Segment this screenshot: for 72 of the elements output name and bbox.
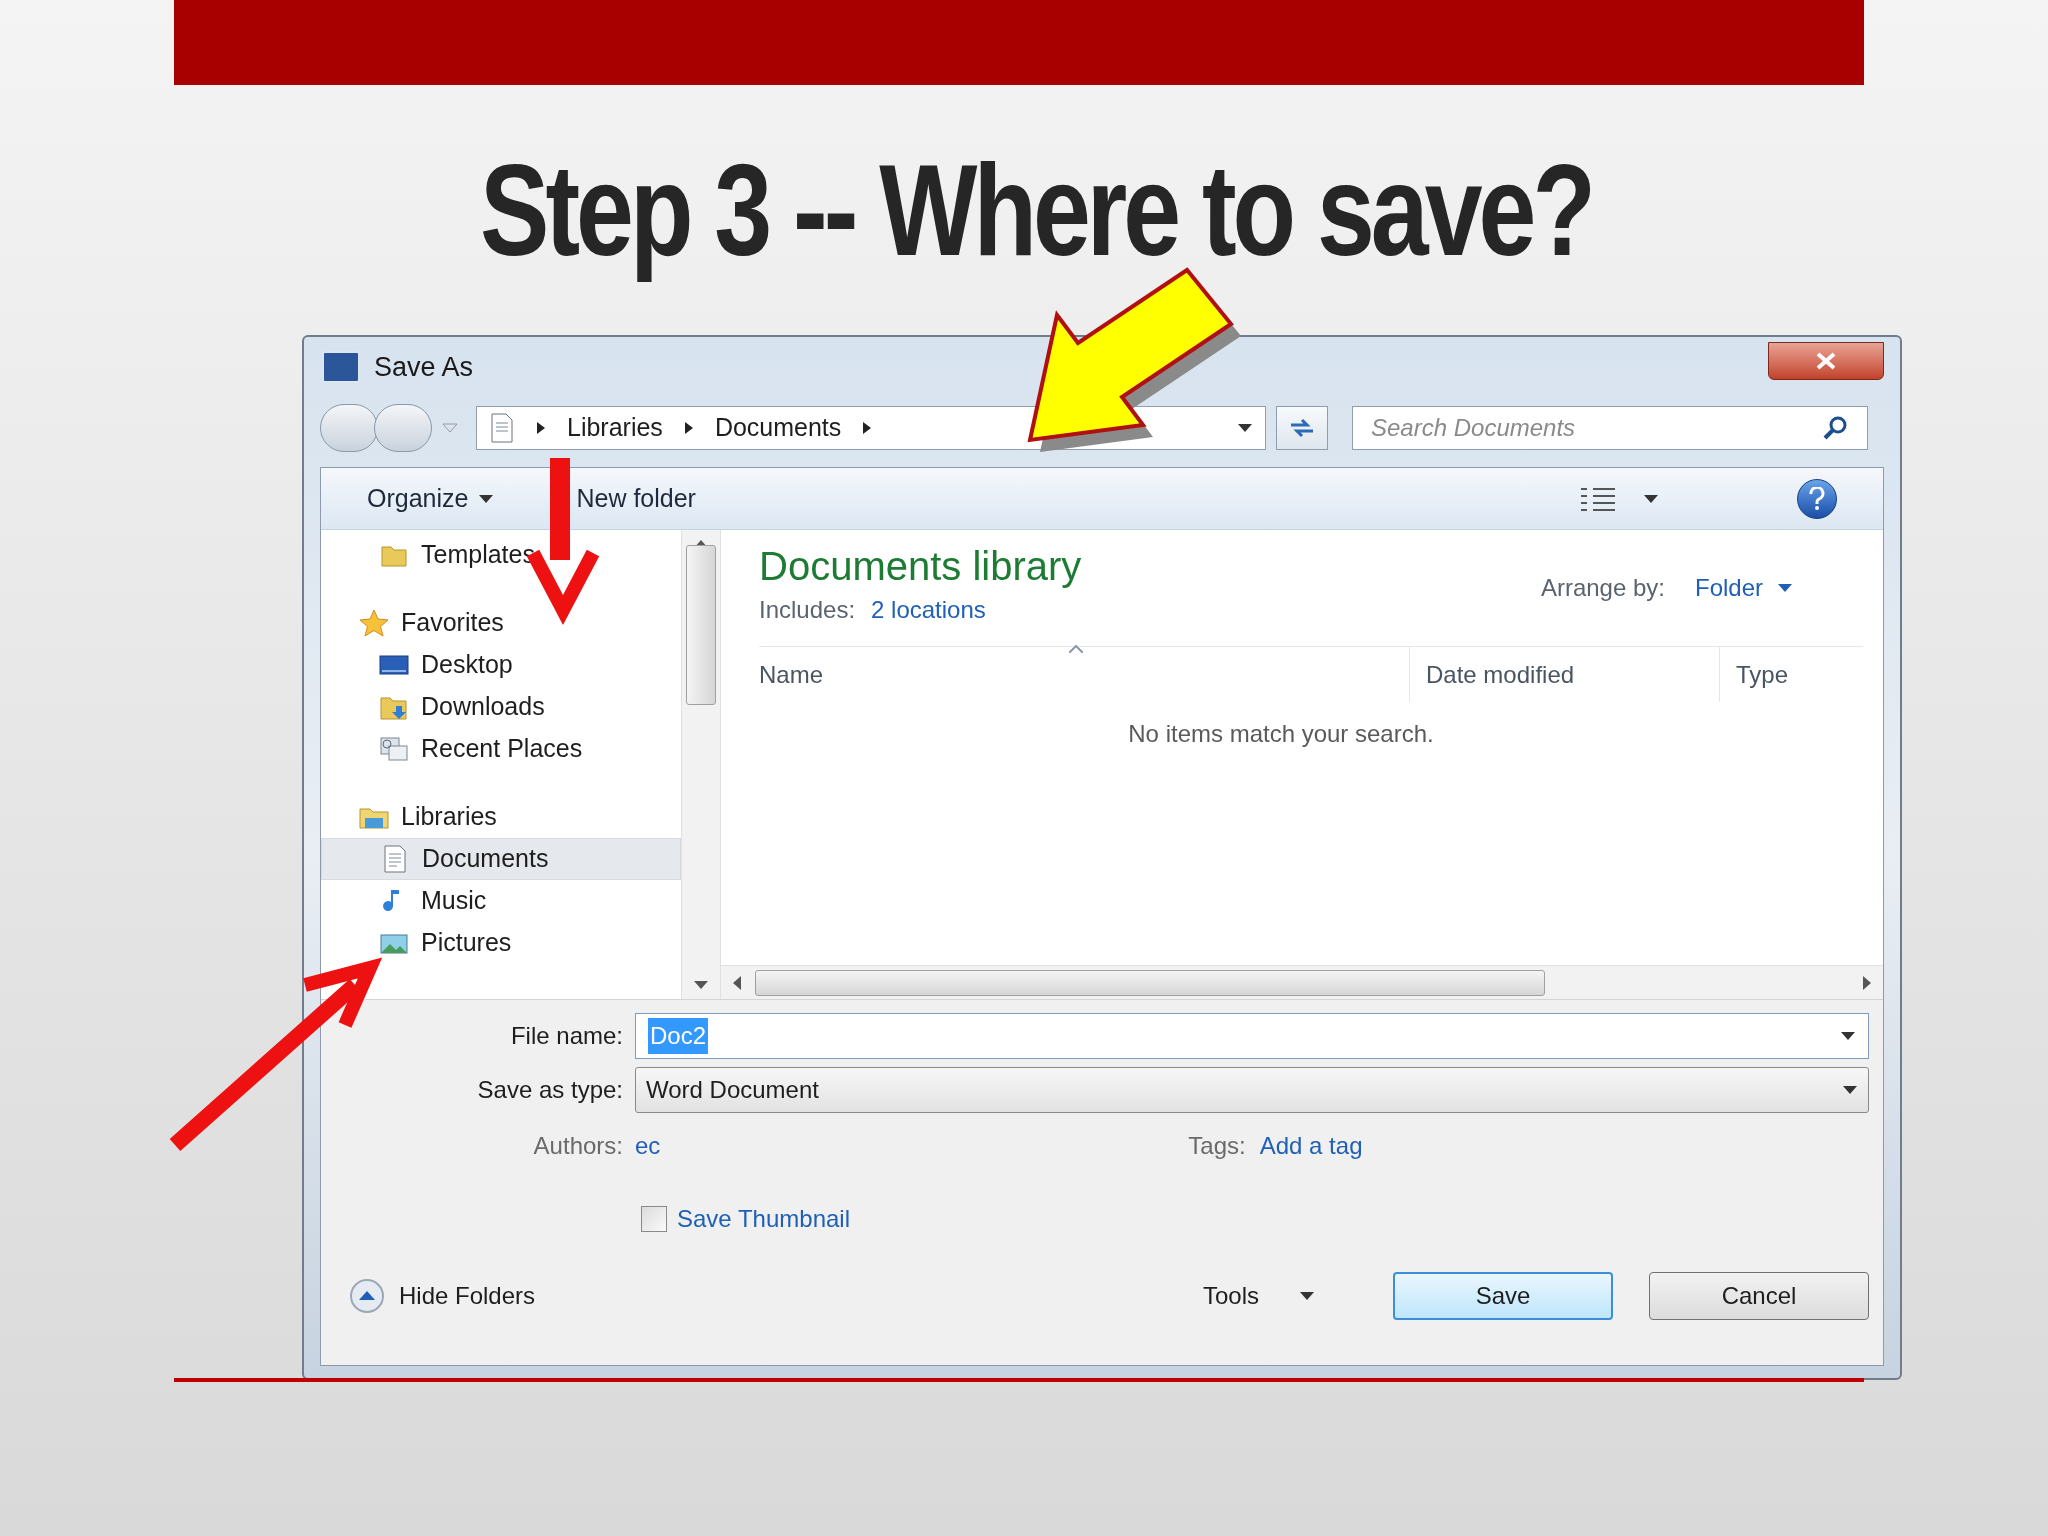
forward-button[interactable] xyxy=(374,404,432,452)
collapse-up-icon xyxy=(349,1278,385,1314)
file-name-label: File name: xyxy=(509,1021,624,1051)
dialog-button[interactable]: Cancel xyxy=(1649,1272,1869,1320)
history-caret-icon[interactable] xyxy=(442,423,458,433)
authors-link[interactable]: ec xyxy=(635,1128,661,1164)
column-header[interactable]: Date modified xyxy=(1409,647,1719,702)
empty-message: No items match your search. xyxy=(1128,719,1434,749)
back-button[interactable] xyxy=(320,404,378,452)
vertical-scrollbar[interactable] xyxy=(681,530,721,999)
caret-icon xyxy=(1840,1031,1856,1041)
save-thumbnail-label: Save Thumbnail xyxy=(677,1204,850,1234)
close-icon xyxy=(1815,352,1837,370)
nav-group[interactable]: Libraries xyxy=(321,796,681,838)
tools-menu[interactable]: Tools xyxy=(1202,1278,1315,1314)
nav-item[interactable]: Recent Places xyxy=(321,728,681,770)
close-button[interactable] xyxy=(1768,342,1884,380)
view-options-button[interactable] xyxy=(1579,485,1659,512)
authors-label: Authors: xyxy=(532,1131,624,1161)
locations-link[interactable]: 2 locations xyxy=(871,592,986,628)
refresh-button[interactable] xyxy=(1276,406,1328,450)
includes-label: Includes: xyxy=(759,595,856,625)
nav-item[interactable]: Downloads xyxy=(321,686,681,728)
scroll-right-icon xyxy=(1863,975,1871,990)
add-tag-link[interactable]: Add a tag xyxy=(1259,1128,1363,1164)
caret-icon xyxy=(1643,493,1659,504)
breadcrumb-arrow-icon xyxy=(863,422,872,434)
library-title: Documents library xyxy=(759,543,1082,590)
scrollbar-thumb[interactable] xyxy=(686,544,716,705)
toolbar-button[interactable]: New folder xyxy=(576,479,696,518)
arrange-by-dropdown[interactable]: Folder xyxy=(1694,570,1793,606)
breadcrumb[interactable]: Libraries xyxy=(567,409,663,447)
organize-menu[interactable]: Organize xyxy=(367,479,495,518)
column-header[interactable]: Name xyxy=(759,647,1409,702)
nav-group[interactable]: Favorites xyxy=(321,602,681,644)
caret-icon xyxy=(1777,583,1793,593)
nav-item[interactable]: Desktop xyxy=(321,644,681,686)
scrollbar-thumb[interactable] xyxy=(755,969,1545,996)
file-name-value: Doc2 xyxy=(648,1018,709,1054)
list-view-icon xyxy=(1579,485,1617,512)
tags-label: Tags: xyxy=(1188,1131,1246,1161)
search-icon xyxy=(1821,414,1849,442)
caret-icon xyxy=(1237,423,1253,433)
scroll-down-icon xyxy=(694,981,708,989)
save-type-dropdown[interactable]: Word Document xyxy=(635,1067,1869,1113)
dialog-button[interactable]: Save xyxy=(1393,1272,1613,1320)
caret-icon xyxy=(1842,1085,1858,1095)
caret-icon xyxy=(478,493,495,504)
document-icon xyxy=(489,413,515,443)
recent-places-icon xyxy=(379,734,409,764)
help-button[interactable] xyxy=(1797,478,1837,519)
hide-folders-button[interactable]: Hide Folders xyxy=(349,1278,536,1314)
window-title: Save As xyxy=(374,350,474,384)
search-input[interactable]: Search Documents xyxy=(1371,410,1821,446)
breadcrumb-arrow-icon xyxy=(537,422,545,434)
search-field[interactable]: Search Documents xyxy=(1352,406,1868,450)
star-icon xyxy=(359,608,389,638)
nav-item[interactable]: Pictures xyxy=(321,922,681,964)
breadcrumb[interactable]: Documents xyxy=(714,409,842,447)
scroll-left-icon xyxy=(733,975,741,990)
column-header[interactable]: Type xyxy=(1719,647,1863,702)
nav-item[interactable]: Music xyxy=(321,880,681,922)
slide-title: Step 3 -- Where to save? xyxy=(480,136,1592,285)
help-icon xyxy=(1808,486,1826,511)
caret-icon xyxy=(1299,1291,1315,1301)
nav-item[interactable]: Documents xyxy=(321,838,681,880)
thumbnail-checkbox[interactable] xyxy=(641,1206,667,1232)
arrange-by-label: Arrange by: xyxy=(1540,573,1665,603)
nav-item[interactable]: Templates xyxy=(321,534,681,576)
horizontal-scrollbar[interactable] xyxy=(721,965,1883,999)
breadcrumb-arrow-icon xyxy=(684,422,693,434)
save-type-label: Save as type: xyxy=(476,1075,624,1105)
